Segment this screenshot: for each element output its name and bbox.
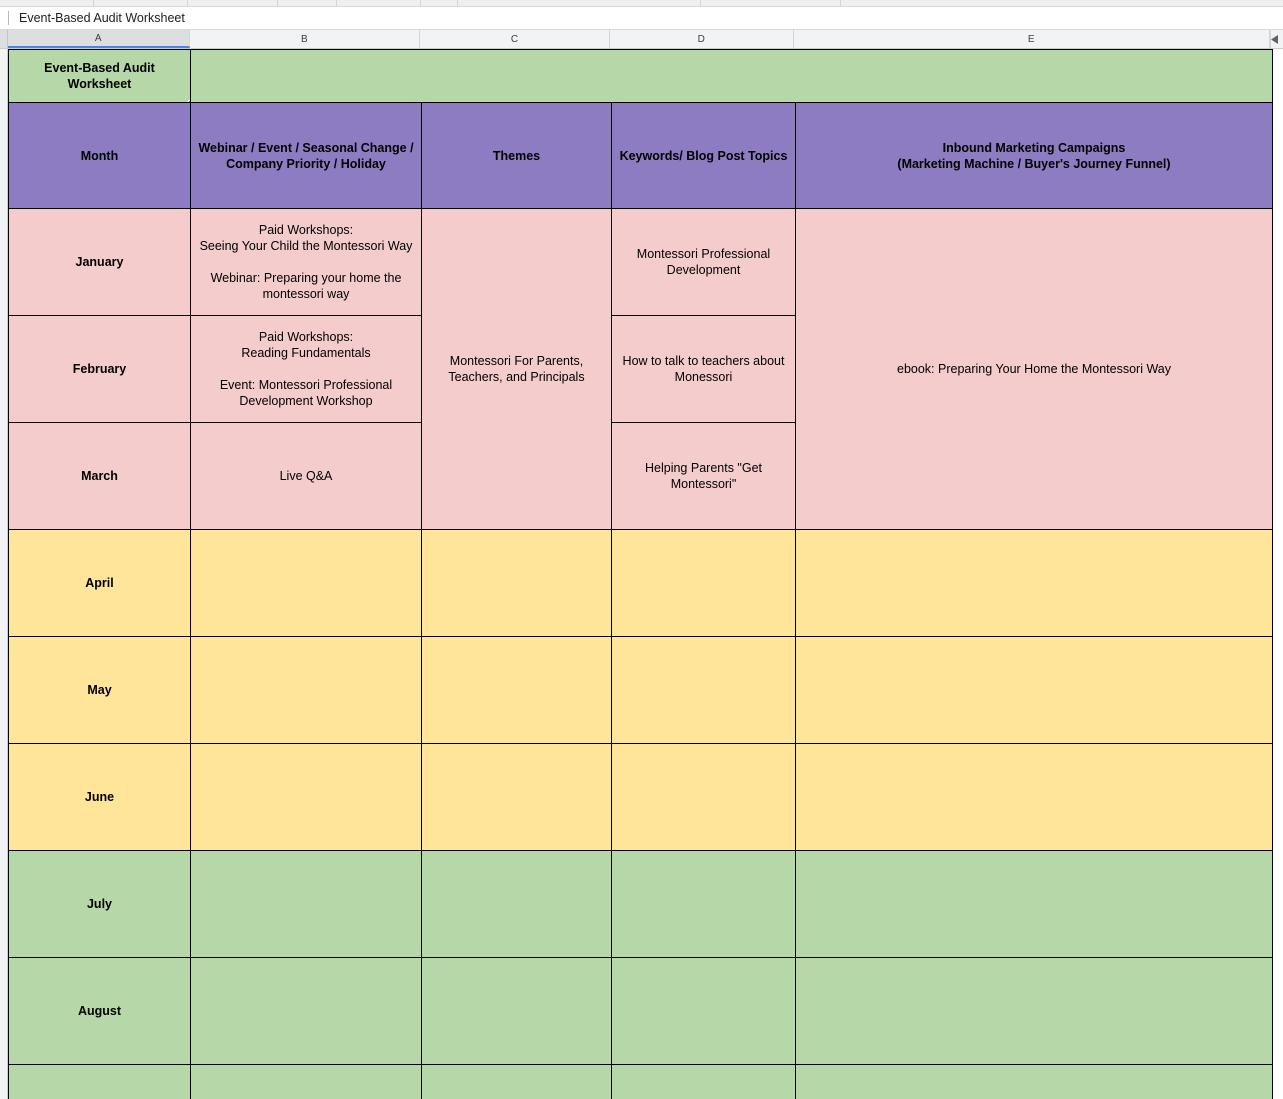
cell-keywords-january[interactable]: Montessori Professional Development bbox=[611, 208, 796, 316]
cell-events-march[interactable]: Live Q&A bbox=[190, 422, 422, 530]
cell-campaigns-may[interactable] bbox=[795, 636, 1273, 744]
cell-campaigns-april[interactable] bbox=[795, 529, 1273, 637]
cell-campaigns-jan-mar[interactable]: ebook: Preparing Your Home the Montessor… bbox=[795, 208, 1273, 530]
table-row: June bbox=[8, 743, 1273, 851]
column-header-b[interactable]: B bbox=[189, 30, 421, 48]
table-row: August bbox=[8, 957, 1273, 1065]
grid-area[interactable]: Event-Based Audit Worksheet Month Webina… bbox=[0, 49, 1283, 1099]
cell-themes-june[interactable] bbox=[421, 743, 612, 851]
table-row bbox=[8, 1064, 1273, 1099]
worksheet-title-cell[interactable]: Event-Based Audit Worksheet bbox=[8, 49, 191, 103]
cell-campaigns-june[interactable] bbox=[795, 743, 1273, 851]
cell-month-next[interactable] bbox=[8, 1064, 191, 1099]
cell-events-august[interactable] bbox=[190, 957, 422, 1065]
cell-events-april[interactable] bbox=[190, 529, 422, 637]
title-row-filler[interactable] bbox=[190, 49, 1273, 103]
selection-handle[interactable] bbox=[188, 100, 190, 102]
cell-campaigns-next[interactable] bbox=[795, 1064, 1273, 1099]
cell-themes-april[interactable] bbox=[421, 529, 612, 637]
sheet-content: Event-Based Audit Worksheet Month Webina… bbox=[8, 49, 1273, 1099]
table-row: January Paid Workshops: Seeing Your Chil… bbox=[8, 208, 1273, 530]
cell-campaigns-august[interactable] bbox=[795, 957, 1273, 1065]
formula-bar[interactable]: Event-Based Audit Worksheet bbox=[0, 7, 1283, 29]
cell-keywords-april[interactable] bbox=[611, 529, 796, 637]
cell-themes-may[interactable] bbox=[421, 636, 612, 744]
header-row: Month Webinar / Event / Seasonal Change … bbox=[8, 102, 1273, 209]
cell-month-august[interactable]: August bbox=[8, 957, 191, 1065]
worksheet-table: Event-Based Audit Worksheet Month Webina… bbox=[8, 49, 1273, 1099]
cell-events-february[interactable]: Paid Workshops: Reading Fundamentals Eve… bbox=[190, 315, 422, 423]
table-row: April bbox=[8, 529, 1273, 637]
column-header-c[interactable]: C bbox=[420, 30, 611, 48]
cell-month-february[interactable]: February bbox=[8, 315, 191, 423]
title-row: Event-Based Audit Worksheet bbox=[8, 49, 1273, 103]
cell-month-march[interactable]: March bbox=[8, 422, 191, 530]
collapse-left-arrow-icon[interactable] bbox=[1270, 30, 1283, 48]
column-header-a[interactable]: A bbox=[7, 30, 190, 48]
column-header-d[interactable]: D bbox=[610, 30, 794, 48]
cell-month-may[interactable]: May bbox=[8, 636, 191, 744]
toolbar-sliver bbox=[0, 0, 1283, 7]
cell-events-january[interactable]: Paid Workshops: Seeing Your Child the Mo… bbox=[190, 208, 422, 316]
cell-month-july[interactable]: July bbox=[8, 850, 191, 958]
select-all-corner[interactable] bbox=[0, 30, 8, 48]
header-month[interactable]: Month bbox=[8, 102, 191, 209]
header-themes[interactable]: Themes bbox=[421, 102, 612, 209]
column-header-row: A B C D E bbox=[0, 29, 1283, 49]
formula-bar-divider bbox=[8, 11, 9, 25]
cell-month-june[interactable]: June bbox=[8, 743, 191, 851]
cell-keywords-may[interactable] bbox=[611, 636, 796, 744]
cell-events-next[interactable] bbox=[190, 1064, 422, 1099]
cell-keywords-march[interactable]: Helping Parents "Get Montessori" bbox=[611, 422, 796, 530]
cell-keywords-june[interactable] bbox=[611, 743, 796, 851]
cell-events-june[interactable] bbox=[190, 743, 422, 851]
cell-keywords-february[interactable]: How to talk to teachers about Monessori bbox=[611, 315, 796, 423]
cell-themes-august[interactable] bbox=[421, 957, 612, 1065]
table-row: May bbox=[8, 636, 1273, 744]
cell-themes-july[interactable] bbox=[421, 850, 612, 958]
table-row: July bbox=[8, 850, 1273, 958]
cell-keywords-july[interactable] bbox=[611, 850, 796, 958]
cell-events-may[interactable] bbox=[190, 636, 422, 744]
spreadsheet-app: Event-Based Audit Worksheet A B C D E Ev… bbox=[0, 0, 1283, 1099]
header-campaigns[interactable]: Inbound Marketing Campaigns (Marketing M… bbox=[795, 102, 1273, 209]
header-keywords[interactable]: Keywords/ Blog Post Topics bbox=[611, 102, 796, 209]
cell-events-july[interactable] bbox=[190, 850, 422, 958]
header-events[interactable]: Webinar / Event / Seasonal Change / Comp… bbox=[190, 102, 422, 209]
cell-month-april[interactable]: April bbox=[8, 529, 191, 637]
row-header-gutter[interactable] bbox=[0, 49, 8, 1099]
cell-themes-jan-mar[interactable]: Montessori For Parents, Teachers, and Pr… bbox=[421, 208, 612, 530]
cell-month-january[interactable]: January bbox=[8, 208, 191, 316]
column-header-e[interactable]: E bbox=[793, 30, 1270, 48]
cell-keywords-august[interactable] bbox=[611, 957, 796, 1065]
cell-themes-next[interactable] bbox=[421, 1064, 612, 1099]
formula-bar-value[interactable]: Event-Based Audit Worksheet bbox=[19, 12, 185, 25]
cell-campaigns-july[interactable] bbox=[795, 850, 1273, 958]
cell-keywords-next[interactable] bbox=[611, 1064, 796, 1099]
